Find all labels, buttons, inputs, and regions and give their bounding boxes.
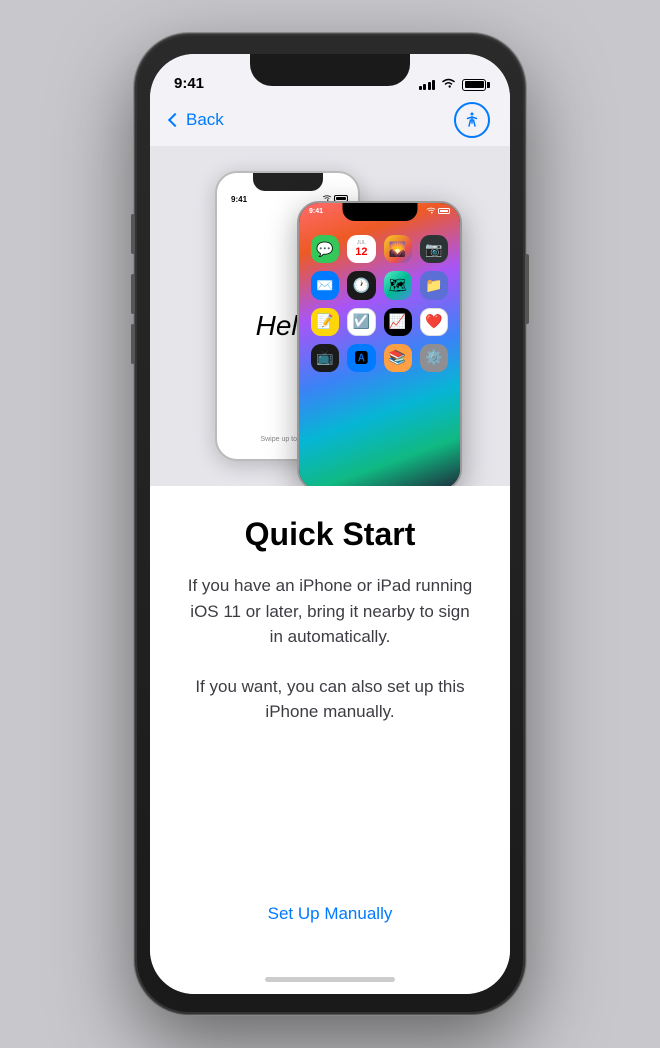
app-camera-icon: 📷	[420, 235, 448, 263]
wifi-icon	[441, 77, 456, 92]
app-photos-icon: 🌄	[384, 235, 412, 263]
status-icons	[419, 77, 487, 92]
hello-time: 9:41	[231, 195, 247, 204]
hero-image-section: 9:41 Hello Swipe up to open 9:41	[150, 146, 510, 486]
app-books-icon: 📚	[384, 344, 412, 372]
phone-screen: 9:41	[150, 54, 510, 994]
status-time: 9:41	[174, 75, 214, 92]
home-notch	[342, 203, 417, 221]
phone-frame: 9:41	[135, 34, 525, 1014]
home-status-icons	[426, 207, 450, 215]
app-tv-icon: 📺	[311, 344, 339, 372]
hello-notch	[253, 173, 323, 191]
app-health-icon: ❤️	[420, 308, 448, 336]
app-appstore-icon: 🅰	[347, 344, 375, 372]
content-section: Quick Start If you have an iPhone or iPa…	[150, 486, 510, 964]
app-mail-icon: ✉️	[311, 271, 339, 299]
accessibility-button[interactable]	[454, 102, 490, 138]
app-files-icon: 📁	[420, 271, 448, 299]
calendar-day: 12	[355, 246, 367, 258]
app-stocks-icon: 📈	[384, 308, 412, 336]
app-clock-icon: 🕐	[347, 271, 375, 299]
description-2: If you want, you can also set up this iP…	[182, 674, 478, 725]
nav-bar: Back	[150, 98, 510, 146]
app-messages-icon: 💬	[311, 235, 339, 263]
phone-home-wallpaper: 9:41 💬 JUL 12 🌄 📷	[299, 203, 460, 486]
back-label: Back	[186, 110, 224, 130]
notch	[250, 54, 410, 86]
app-reminders-icon: ☑️	[347, 308, 375, 336]
signal-bars-icon	[419, 80, 436, 90]
setup-manually-button[interactable]: Set Up Manually	[248, 894, 413, 934]
app-grid: 💬 JUL 12 🌄 📷 ✉️ 🕐 🗺 📁 📝 ☑️ 📈	[307, 231, 452, 376]
accessibility-icon	[463, 111, 481, 129]
app-maps-icon: 🗺	[384, 271, 412, 299]
home-bar	[265, 977, 395, 982]
home-time: 9:41	[309, 208, 323, 215]
app-calendar-icon: JUL 12	[347, 235, 375, 263]
description-1: If you have an iPhone or iPad running iO…	[182, 573, 478, 650]
back-chevron-icon	[168, 113, 182, 127]
phone-home: 9:41 💬 JUL 12 🌄 📷	[297, 201, 462, 486]
app-settings-icon: ⚙️	[420, 344, 448, 372]
back-button[interactable]: Back	[170, 110, 224, 130]
page-title: Quick Start	[245, 516, 416, 553]
home-indicator	[150, 964, 510, 994]
app-notes-icon: 📝	[311, 308, 339, 336]
battery-icon	[462, 79, 486, 91]
